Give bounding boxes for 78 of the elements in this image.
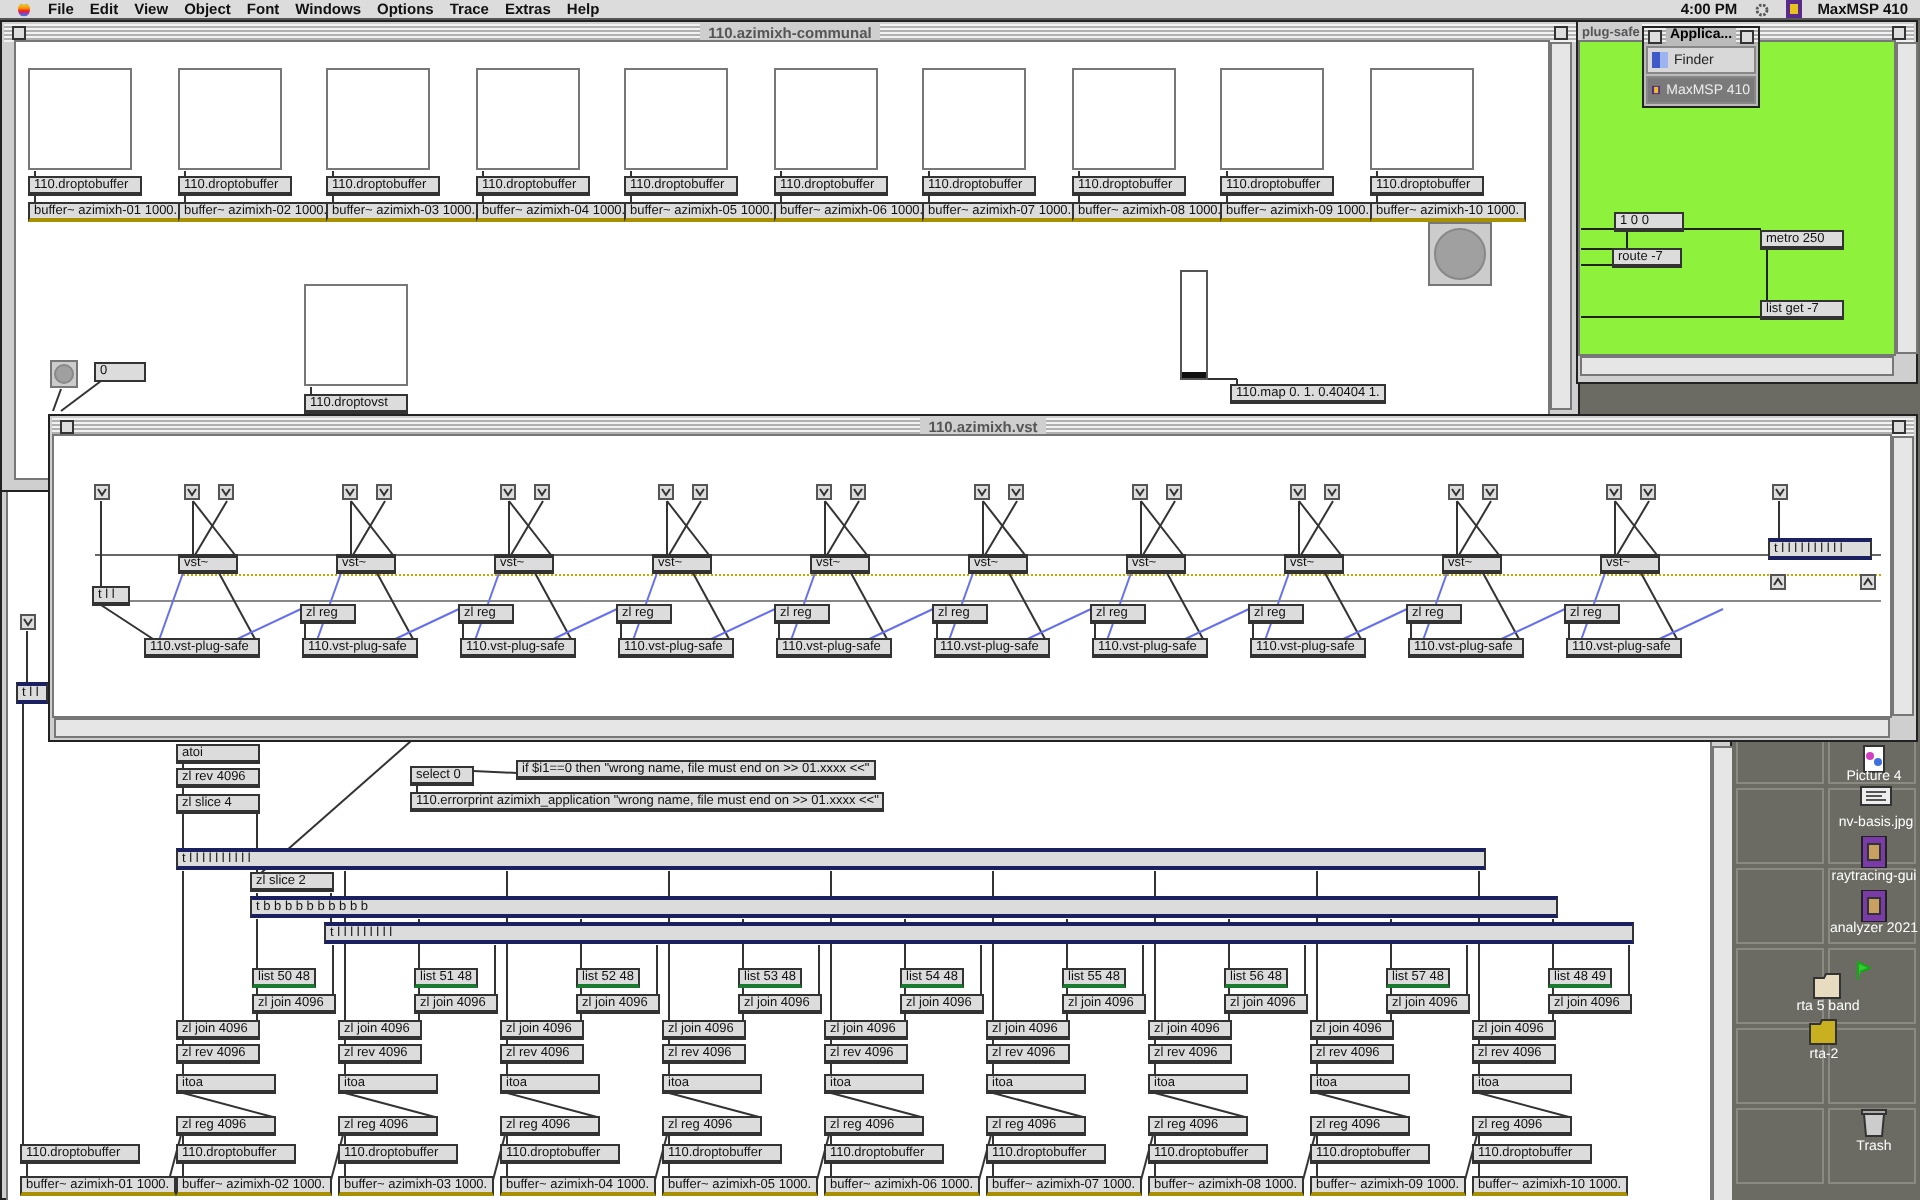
scroll-bar[interactable] [1712, 746, 1734, 1200]
patch-cord [992, 1092, 1084, 1118]
drop-area[interactable] [304, 284, 408, 386]
inlet-icon [500, 484, 516, 500]
scroll-bar[interactable] [1550, 42, 1572, 410]
outlet-icon [1860, 574, 1876, 590]
scroll-bar[interactable] [1580, 356, 1894, 376]
inlet-icon [1606, 484, 1622, 500]
inlet-icon [376, 484, 392, 500]
trash-icon[interactable] [1858, 1106, 1890, 1138]
grid-cell [1828, 1108, 1916, 1184]
drop-area[interactable] [28, 68, 132, 170]
close-button[interactable] [60, 420, 74, 434]
patch-cord [1154, 1092, 1246, 1118]
inlet-icon [1640, 484, 1656, 500]
apple-menu-icon[interactable] [16, 0, 32, 18]
inlet-icon [1482, 484, 1498, 500]
image-file-icon[interactable] [1860, 786, 1892, 806]
patch-cord [182, 1092, 274, 1118]
app-icon [1652, 82, 1661, 98]
inlet-icon [1166, 484, 1182, 500]
grid-cell [1736, 1108, 1824, 1184]
drop-area[interactable] [774, 68, 878, 170]
drop-area[interactable] [922, 68, 1026, 170]
inlet-icon [184, 484, 200, 500]
inlet-icon [218, 484, 234, 500]
drop-area[interactable] [476, 68, 580, 170]
bang-button[interactable] [50, 360, 78, 388]
inlet-icon [1772, 484, 1788, 500]
app-icon[interactable] [1785, 0, 1802, 18]
inlet-icon [1132, 484, 1148, 500]
folder-icon[interactable] [1812, 970, 1844, 1002]
drop-area[interactable] [1220, 68, 1324, 170]
drop-area[interactable] [326, 68, 430, 170]
inlet-icon [1448, 484, 1464, 500]
patch-cord [344, 1092, 436, 1118]
scroll-bar[interactable] [54, 718, 1890, 738]
close-button[interactable] [1648, 30, 1662, 44]
app-icon [1652, 52, 1668, 68]
inlet-icon [94, 484, 110, 500]
inlet-icon [342, 484, 358, 500]
grid-cell [1736, 788, 1824, 864]
app-icon[interactable] [1858, 836, 1890, 868]
drop-area[interactable] [624, 68, 728, 170]
patch-cord [1478, 1092, 1570, 1118]
patch-cord [506, 1092, 598, 1118]
slider[interactable] [1180, 270, 1208, 380]
outlet-icon [1770, 574, 1786, 590]
zoom-button[interactable] [1740, 30, 1754, 44]
close-button[interactable] [12, 26, 26, 40]
bang-button[interactable] [1428, 222, 1492, 286]
slider-thumb[interactable] [1182, 372, 1206, 378]
drop-area[interactable] [178, 68, 282, 170]
inlet-icon [1008, 484, 1024, 500]
scroll-bar[interactable] [1892, 436, 1914, 716]
inlet-icon [658, 484, 674, 500]
inlet-icon [816, 484, 832, 500]
patch-cord [668, 1092, 760, 1118]
zoom-button[interactable] [1892, 26, 1906, 40]
folder-icon[interactable] [1808, 1016, 1840, 1048]
inlet-icon [20, 614, 36, 630]
patch-cord [830, 1092, 922, 1118]
drop-area[interactable] [1072, 68, 1176, 170]
flag-icon [1856, 960, 1872, 980]
grid-cell [1828, 868, 1916, 944]
inlet-icon [974, 484, 990, 500]
inlet-icon [850, 484, 866, 500]
inlet-icon [1290, 484, 1306, 500]
drop-area[interactable] [1370, 68, 1474, 170]
inlet-icon [1324, 484, 1340, 500]
inlet-icon [692, 484, 708, 500]
app-icon[interactable] [1858, 890, 1890, 922]
patch-cord [1316, 1092, 1408, 1118]
scroll-bar[interactable] [1896, 42, 1918, 354]
zoom-button[interactable] [1554, 26, 1568, 40]
grid-cell [1736, 868, 1824, 944]
zoom-button[interactable] [1892, 420, 1906, 434]
inlet-icon [534, 484, 550, 500]
